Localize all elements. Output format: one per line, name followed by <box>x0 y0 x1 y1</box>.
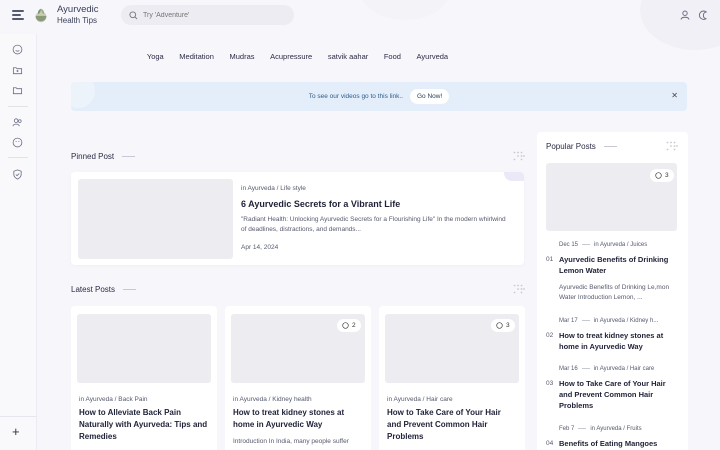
comment-count-badge[interactable]: 3 <box>650 169 674 182</box>
nav-item-mudras[interactable]: Mudras <box>230 52 255 61</box>
post-title[interactable]: How to treat kidney stones at home in Ay… <box>559 330 679 352</box>
post-rank: 02 <box>546 332 554 339</box>
post-category[interactable]: in Ayurveda / Fruits <box>590 426 641 432</box>
nav-item-food[interactable]: Food <box>384 52 401 61</box>
add-button[interactable]: + <box>12 425 20 438</box>
moon-icon[interactable] <box>698 10 708 20</box>
post-category[interactable]: in Ayurveda / Kidney h... <box>594 318 659 324</box>
banner-decoration <box>71 82 95 108</box>
post-category[interactable]: in Ayurveda / Juices <box>594 242 647 248</box>
post-title[interactable]: How to Take Care of Your Hair and Preven… <box>387 407 517 443</box>
post-category[interactable]: in Ayurveda / Back Pain <box>79 396 148 403</box>
post-title[interactable]: Ayurvedic Benefits of Drinking Lemon Wat… <box>559 254 679 276</box>
nav-item-meditation[interactable]: Meditation <box>179 52 214 61</box>
post-thumbnail[interactable] <box>77 314 211 383</box>
post-title[interactable]: Benefits of Eating Mangoes <box>559 438 679 449</box>
folder-icon[interactable] <box>12 85 23 96</box>
popular-post-meta: Feb 7 in Ayurveda / Fruits <box>559 426 642 432</box>
popular-posts-panel: Popular Posts 3 Dec 15 in Ayurveda / Juic… <box>537 132 688 450</box>
brand-name[interactable]: Ayurvedic Health Tips <box>57 4 99 26</box>
site-logo[interactable] <box>32 6 50 24</box>
comment-count: 2 <box>352 322 356 329</box>
dots-decoration-icon <box>666 141 678 151</box>
comment-count-badge[interactable]: 2 <box>337 319 361 332</box>
brand-line1: Ayurvedic <box>57 4 99 15</box>
comment-count: 3 <box>665 172 669 179</box>
category-nav: Yoga Meditation Mudras Acupressure satvi… <box>71 52 524 61</box>
dots-decoration-icon <box>513 284 525 294</box>
post-excerpt: Introduction In India, many people suffe… <box>233 438 349 445</box>
sidebar-divider <box>8 106 28 107</box>
post-category[interactable]: in Ayurveda / Life style <box>241 185 306 192</box>
post-category[interactable]: in Ayurveda / Hair care <box>387 396 453 403</box>
post-date: Feb 7 <box>559 426 575 432</box>
comment-icon <box>655 172 662 179</box>
post-rank: 03 <box>546 380 554 387</box>
close-icon[interactable]: ✕ <box>671 92 678 100</box>
emoji-icon[interactable] <box>12 137 23 148</box>
popular-posts-heading: Popular Posts <box>546 142 617 151</box>
nav-item-satvik-aahar[interactable]: satvik aahar <box>328 52 368 61</box>
post-title[interactable]: 6 Ayurvedic Secrets for a Vibrant Life <box>241 199 400 209</box>
sidebar-divider <box>0 416 37 417</box>
popular-post-meta: Mar 17 in Ayurveda / Kidney h... <box>559 318 658 324</box>
go-now-button[interactable]: Go Now! <box>410 89 450 104</box>
nav-item-acupressure[interactable]: Acupressure <box>270 52 312 61</box>
post-card[interactable]: 3 in Ayurveda / Hair care How to Take Ca… <box>379 306 525 450</box>
post-thumbnail[interactable] <box>78 179 233 259</box>
announcement-banner: To see our videos go to this link.. Go N… <box>71 82 687 111</box>
post-date: Apr 14, 2024 <box>241 244 279 251</box>
post-title[interactable]: How to Alleviate Back Pain Naturally wit… <box>79 407 209 443</box>
post-date: Mar 16 <box>559 366 578 372</box>
post-rank: 01 <box>546 256 554 263</box>
search-bar[interactable] <box>121 5 294 25</box>
comment-count: 3 <box>506 322 510 329</box>
user-icon[interactable] <box>680 10 690 20</box>
comment-icon <box>342 322 349 329</box>
post-card[interactable]: 2 in Ayurveda / Kidney health How to tre… <box>225 306 371 450</box>
post-category[interactable]: in Ayurveda / Kidney health <box>233 396 312 403</box>
corner-accent <box>504 172 524 181</box>
search-icon <box>129 10 138 19</box>
users-icon[interactable] <box>12 117 23 128</box>
latest-posts-heading: Latest Posts <box>71 285 136 294</box>
top-header: Ayurvedic Health Tips <box>0 0 720 34</box>
sidebar: + <box>0 34 37 450</box>
brand-line2: Health Tips <box>57 16 98 25</box>
post-excerpt: "Radiant Health: Unlocking Ayurvedic Sec… <box>241 216 506 233</box>
sidebar-divider <box>8 157 28 158</box>
popular-post-meta: Mar 16 in Ayurveda / Hair care <box>559 366 654 372</box>
search-input[interactable] <box>143 11 283 19</box>
folder-icon[interactable] <box>12 65 23 76</box>
hamburger-menu-icon[interactable] <box>12 10 24 20</box>
comment-icon <box>496 322 503 329</box>
post-excerpt: Ayurvedic Benefits of Drinking Le,mon Wa… <box>559 284 670 301</box>
post-date: Dec 15 <box>559 242 579 248</box>
pinned-post-card[interactable]: in Ayurveda / Life style 6 Ayurvedic Sec… <box>71 172 524 265</box>
post-title[interactable]: How to Take Care of Your Hair and Preven… <box>559 378 679 411</box>
nav-item-yoga[interactable]: Yoga <box>147 52 164 61</box>
smile-icon[interactable] <box>12 44 23 55</box>
banner-text: To see our videos go to this link.. <box>308 93 403 100</box>
pinned-post-heading: Pinned Post <box>71 152 135 161</box>
comment-count-badge[interactable]: 3 <box>491 319 515 332</box>
nav-item-ayurveda[interactable]: Ayurveda <box>417 52 449 61</box>
shield-icon[interactable] <box>12 169 23 180</box>
post-card[interactable]: in Ayurveda / Back Pain How to Alleviate… <box>71 306 217 450</box>
post-date: Mar 17 <box>559 318 578 324</box>
post-title[interactable]: How to treat kidney stones at home in Ay… <box>233 407 363 431</box>
popular-post-meta: Dec 15 in Ayurveda / Juices <box>559 242 647 248</box>
post-category[interactable]: in Ayurveda / Hair care <box>594 366 655 372</box>
post-rank: 04 <box>546 440 554 447</box>
dots-decoration-icon <box>513 151 525 161</box>
